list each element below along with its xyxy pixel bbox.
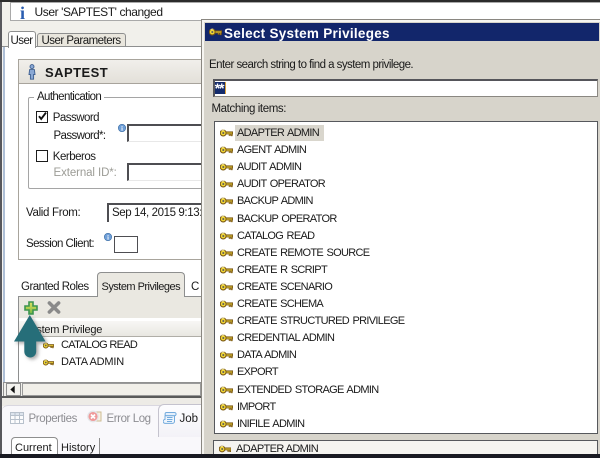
svg-text:i: i [121, 125, 123, 132]
svg-text:i: i [107, 234, 109, 241]
